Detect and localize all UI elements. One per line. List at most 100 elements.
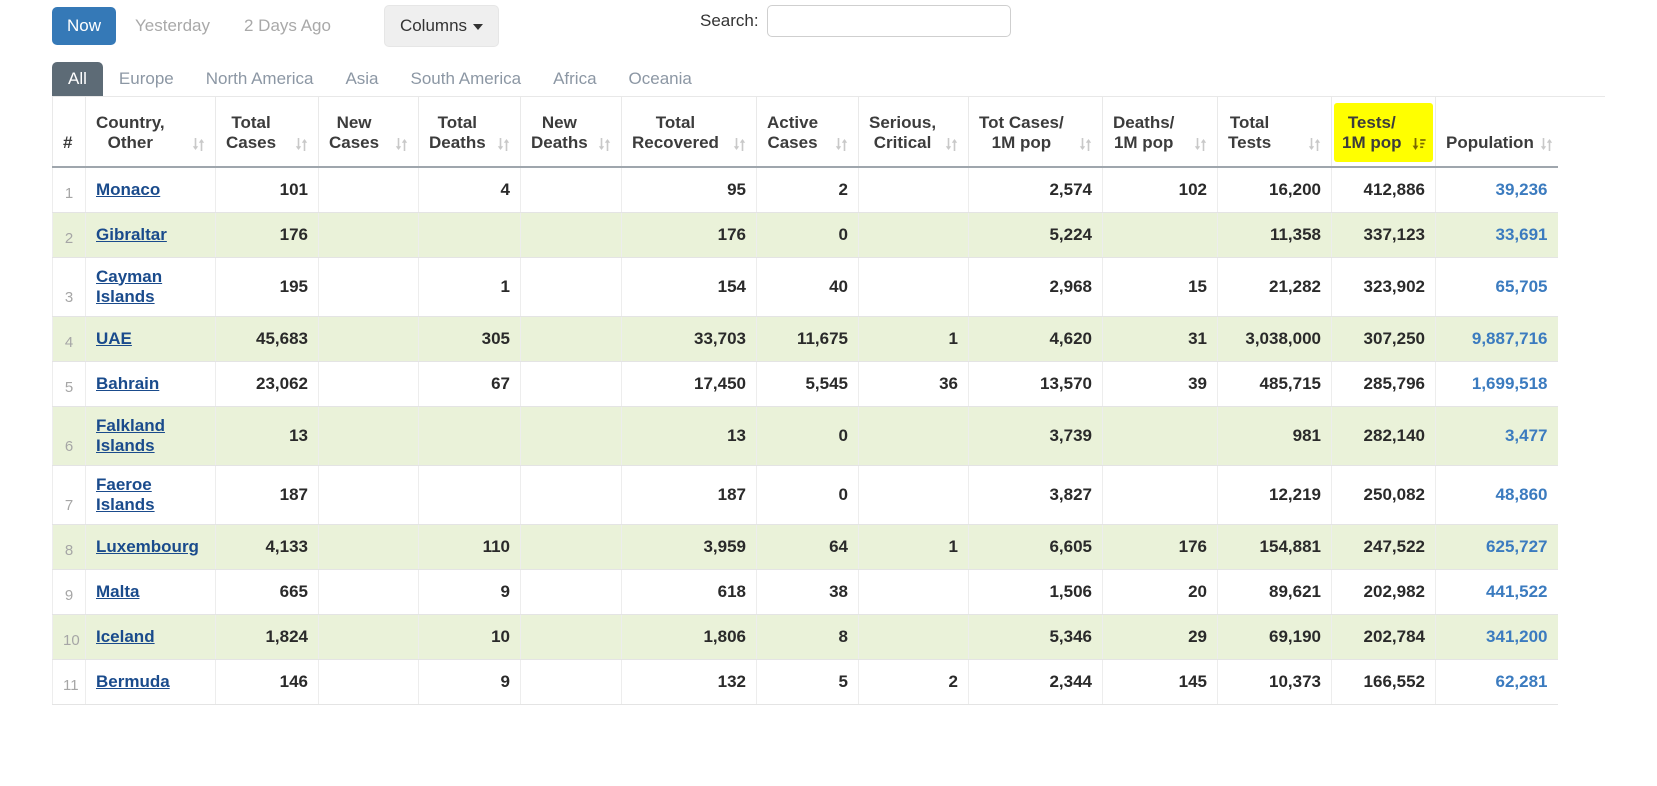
table-row: 5 Bahrain 23,062 67 17,450 5,545 36 13,570 39 485…	[52, 361, 1558, 407]
cell-population[interactable]: 62,281	[1435, 659, 1558, 705]
country-link[interactable]: Malta	[96, 582, 139, 601]
tab-oceania[interactable]: Oceania	[613, 62, 708, 96]
cell-tr: 176	[621, 212, 757, 258]
sort-both-icon[interactable]	[1079, 136, 1092, 153]
cell-population[interactable]: 441,522	[1435, 569, 1558, 615]
column-header-tt[interactable]: Total Tests	[1217, 97, 1332, 168]
cell-tc: 45,683	[215, 316, 319, 362]
sort-descending-icon[interactable]	[1412, 136, 1426, 153]
columns-dropdown-button[interactable]: Columns	[383, 5, 500, 47]
cell-td: 4	[418, 167, 521, 213]
cell-row-index: 10	[52, 614, 86, 660]
cell-dp: 145	[1102, 659, 1218, 705]
column-header-label-pop: Population	[1446, 133, 1534, 153]
country-link[interactable]: Bermuda	[96, 672, 170, 691]
search-input[interactable]	[766, 5, 1011, 37]
country-link[interactable]: Falkland Islands	[96, 416, 165, 455]
tab-south-america[interactable]: South America	[395, 62, 538, 96]
day-button-yesterday[interactable]: Yesterday	[120, 7, 225, 45]
table-row: 3 Cayman Islands 195 1 154 40 2,968 15 21,282 323…	[52, 257, 1558, 317]
cell-country-name[interactable]: Falkland Islands	[85, 406, 216, 466]
cell-sc	[858, 614, 969, 660]
cell-population[interactable]: 3,477	[1435, 406, 1558, 466]
country-link[interactable]: UAE	[96, 329, 132, 348]
page-root: Now Yesterday 2 Days Ago Columns Search:…	[0, 0, 1657, 786]
sort-both-icon[interactable]	[835, 136, 848, 153]
cell-population[interactable]: 39,236	[1435, 167, 1558, 213]
cell-country-name[interactable]: Faeroe Islands	[85, 465, 216, 525]
sort-both-icon[interactable]	[497, 136, 510, 153]
country-link[interactable]: Cayman Islands	[96, 267, 162, 306]
country-link[interactable]: Iceland	[96, 627, 155, 646]
column-header-tr[interactable]: Total Recovered	[621, 97, 757, 168]
tab-all[interactable]: All	[52, 62, 103, 96]
cell-sc	[858, 406, 969, 466]
cell-tt: 11,358	[1217, 212, 1332, 258]
day-button-2-days-ago[interactable]: 2 Days Ago	[229, 7, 346, 45]
column-header-pop[interactable]: Population	[1435, 97, 1558, 168]
cell-country-name[interactable]: Bermuda	[85, 659, 216, 705]
column-header-name[interactable]: Country, Other	[85, 97, 216, 168]
cell-row-index: 7	[52, 465, 86, 525]
cell-tc: 187	[215, 465, 319, 525]
tab-africa[interactable]: Africa	[537, 62, 612, 96]
tab-asia[interactable]: Asia	[329, 62, 394, 96]
column-header-nd[interactable]: New Deaths	[520, 97, 622, 168]
sort-both-icon[interactable]	[395, 136, 408, 153]
country-link[interactable]: Monaco	[96, 180, 160, 199]
cell-nc	[318, 257, 419, 317]
cell-population[interactable]: 341,200	[1435, 614, 1558, 660]
country-link[interactable]: Gibraltar	[96, 225, 167, 244]
cell-td	[418, 212, 521, 258]
column-header-td[interactable]: Total Deaths	[418, 97, 521, 168]
cell-tc: 23,062	[215, 361, 319, 407]
cell-population[interactable]: 1,699,518	[1435, 361, 1558, 407]
cell-nc	[318, 659, 419, 705]
column-header-label-tcp: Tot Cases/1M pop	[979, 112, 1064, 153]
tab-north-america[interactable]: North America	[190, 62, 330, 96]
sort-both-icon[interactable]	[598, 136, 611, 153]
column-header-label-name: Country, Other	[96, 112, 165, 153]
day-button-now[interactable]: Now	[52, 7, 117, 45]
cell-country-name[interactable]: Malta	[85, 569, 216, 615]
cell-country-name[interactable]: Bahrain	[85, 361, 216, 407]
cell-td: 67	[418, 361, 521, 407]
cell-country-name[interactable]: Iceland	[85, 614, 216, 660]
sort-both-icon[interactable]	[192, 136, 205, 153]
cell-tc: 4,133	[215, 524, 319, 570]
sort-both-icon[interactable]	[945, 136, 958, 153]
country-link[interactable]: Bahrain	[96, 374, 159, 393]
country-link[interactable]: Faeroe Islands	[96, 475, 155, 514]
cell-population[interactable]: 33,691	[1435, 212, 1558, 258]
cell-population[interactable]: 625,727	[1435, 524, 1558, 570]
cell-row-index: 1	[52, 167, 86, 213]
sort-both-icon[interactable]	[295, 136, 308, 153]
cell-ac: 2	[756, 167, 859, 213]
column-header-tc[interactable]: Total Cases	[215, 97, 319, 168]
table-row: 1 Monaco 101 4 95 2 2,574 102 16,200 412,886 39,23…	[52, 167, 1558, 213]
cell-population[interactable]: 48,860	[1435, 465, 1558, 525]
cell-country-name[interactable]: Cayman Islands	[85, 257, 216, 317]
sort-both-icon[interactable]	[1194, 136, 1207, 153]
cell-country-name[interactable]: Gibraltar	[85, 212, 216, 258]
column-header-nc[interactable]: New Cases	[318, 97, 419, 168]
cell-population[interactable]: 65,705	[1435, 257, 1558, 317]
cell-population[interactable]: 9,887,716	[1435, 316, 1558, 362]
country-link[interactable]: Luxembourg	[96, 537, 199, 556]
cell-tcp: 6,605	[968, 524, 1103, 570]
sort-both-icon[interactable]	[1540, 136, 1553, 153]
cell-nd	[520, 257, 622, 317]
column-header-tcp[interactable]: Tot Cases/1M pop	[968, 97, 1103, 168]
column-header-ttp[interactable]: Tests/1M pop	[1331, 97, 1436, 168]
cell-nd	[520, 614, 622, 660]
cell-country-name[interactable]: Luxembourg	[85, 524, 216, 570]
tab-europe[interactable]: Europe	[103, 62, 190, 96]
column-header-ac[interactable]: Active Cases	[756, 97, 859, 168]
column-header-sc[interactable]: Serious, Critical	[858, 97, 969, 168]
column-header-dp[interactable]: Deaths/1M pop	[1102, 97, 1218, 168]
sort-both-icon[interactable]	[1308, 136, 1321, 153]
cell-country-name[interactable]: UAE	[85, 316, 216, 362]
sort-both-icon[interactable]	[733, 136, 746, 153]
cell-country-name[interactable]: Monaco	[85, 167, 216, 213]
cell-dp: 31	[1102, 316, 1218, 362]
